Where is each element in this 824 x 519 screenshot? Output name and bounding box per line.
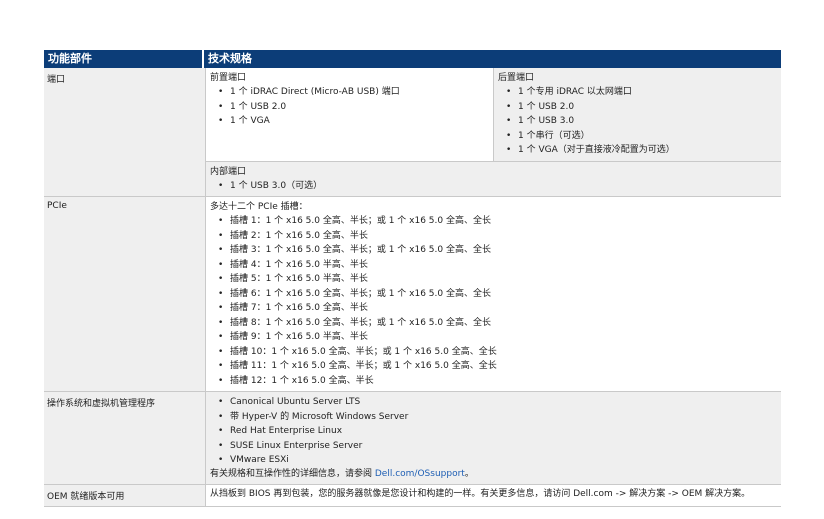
list-item: 带 Hyper-V 的 Microsoft Windows Server	[210, 410, 777, 425]
header-spec: 技术规格	[204, 50, 781, 68]
list-item: 插槽 4：1 个 x16 5.0 半高、半长	[210, 258, 777, 273]
spec-table: 功能部件 技术规格 端口 前置端口 1 个 iDRAC Direct (Micr…	[44, 50, 781, 507]
internal-ports: 内部端口 1 个 USB 3.0（可选）	[206, 161, 781, 196]
list-item: 1 个 VGA（对于直接液冷配置为可选）	[498, 143, 777, 158]
oem-label: OEM 就绪版本可用	[44, 484, 206, 506]
os-note: 有关规格和互操作性的详细信息，请参阅 Dell.com/OSsupport。	[210, 468, 777, 481]
list-item: SUSE Linux Enterprise Server	[210, 439, 777, 454]
list-item: 插槽 10：1 个 x16 5.0 全高、半长；或 1 个 x16 5.0 全高…	[210, 345, 777, 360]
oem-spec: 从挡板到 BIOS 再到包装，您的服务器就像是您设计和构建的一样。有关更多信息，…	[206, 485, 781, 506]
list-item: 1 个 USB 3.0	[498, 114, 777, 129]
list-item: 1 个串行（可选）	[498, 129, 777, 144]
os-note-text: 有关规格和互操作性的详细信息，请参阅	[210, 468, 375, 479]
pcie-label: PCIe	[44, 197, 206, 391]
list-item: 插槽 7：1 个 x16 5.0 全高、半长	[210, 301, 777, 316]
os-note-suffix: 。	[464, 468, 474, 479]
front-ports: 前置端口 1 个 iDRAC Direct (Micro-AB USB) 端口 …	[206, 68, 494, 161]
list-item: 插槽 6：1 个 x16 5.0 全高、半长；或 1 个 x16 5.0 全高、…	[210, 287, 777, 302]
table-row-os: 操作系统和虚拟机管理程序 Canonical Ubuntu Server LTS…	[44, 392, 781, 485]
os-label: 操作系统和虚拟机管理程序	[44, 392, 206, 484]
internal-ports-title: 内部端口	[210, 166, 247, 177]
ports-label: 端口	[44, 68, 206, 196]
rear-ports-title: 后置端口	[498, 73, 535, 83]
list-item: 1 个 VGA	[210, 114, 489, 129]
table-row-oem: OEM 就绪版本可用 从挡板到 BIOS 再到包装，您的服务器就像是您设计和构建…	[44, 484, 781, 507]
os-support-link[interactable]: Dell.com/OSsupport	[375, 469, 465, 479]
list-item: 1 个 USB 3.0（可选）	[210, 179, 777, 194]
os-spec: Canonical Ubuntu Server LTS 带 Hyper-V 的 …	[206, 392, 781, 484]
list-item: 插槽 9：1 个 x16 5.0 半高、半长	[210, 330, 777, 345]
list-item: 1 个 iDRAC Direct (Micro-AB USB) 端口	[210, 85, 489, 100]
list-item: 插槽 1：1 个 x16 5.0 全高、半长；或 1 个 x16 5.0 全高、…	[210, 214, 777, 229]
pcie-spec: 多达十二个 PCIe 插槽： 插槽 1：1 个 x16 5.0 全高、半长；或 …	[206, 197, 781, 391]
oem-text: 从挡板到 BIOS 再到包装，您的服务器就像是您设计和构建的一样。有关更多信息，…	[210, 488, 751, 499]
list-item: 1 个 USB 2.0	[210, 100, 489, 115]
list-item: 插槽 8：1 个 x16 5.0 全高、半长；或 1 个 x16 5.0 全高、…	[210, 316, 777, 331]
list-item: 1 个专用 iDRAC 以太网端口	[498, 85, 777, 100]
list-item: Canonical Ubuntu Server LTS	[210, 395, 777, 410]
list-item: 插槽 2：1 个 x16 5.0 全高、半长	[210, 229, 777, 244]
table-row-ports: 端口 前置端口 1 个 iDRAC Direct (Micro-AB USB) …	[44, 68, 781, 197]
list-item: 插槽 5：1 个 x16 5.0 半高、半长	[210, 272, 777, 287]
table-row-pcie: PCIe 多达十二个 PCIe 插槽： 插槽 1：1 个 x16 5.0 全高、…	[44, 197, 781, 392]
list-item: 插槽 12：1 个 x16 5.0 全高、半长	[210, 374, 777, 389]
table-header: 功能部件 技术规格	[44, 50, 781, 68]
list-item: 插槽 3：1 个 x16 5.0 全高、半长；或 1 个 x16 5.0 全高、…	[210, 243, 777, 258]
list-item: Red Hat Enterprise Linux	[210, 424, 777, 439]
list-item: VMware ESXi	[210, 453, 777, 468]
pcie-intro: 多达十二个 PCIe 插槽：	[210, 202, 308, 212]
header-feature: 功能部件	[44, 50, 204, 68]
list-item: 插槽 11：1 个 x16 5.0 全高、半长；或 1 个 x16 5.0 全高…	[210, 359, 777, 374]
rear-ports: 后置端口 1 个专用 iDRAC 以太网端口 1 个 USB 2.0 1 个 U…	[494, 68, 781, 161]
front-ports-title: 前置端口	[210, 73, 247, 83]
ports-spec: 前置端口 1 个 iDRAC Direct (Micro-AB USB) 端口 …	[206, 68, 781, 196]
list-item: 1 个 USB 2.0	[498, 100, 777, 115]
